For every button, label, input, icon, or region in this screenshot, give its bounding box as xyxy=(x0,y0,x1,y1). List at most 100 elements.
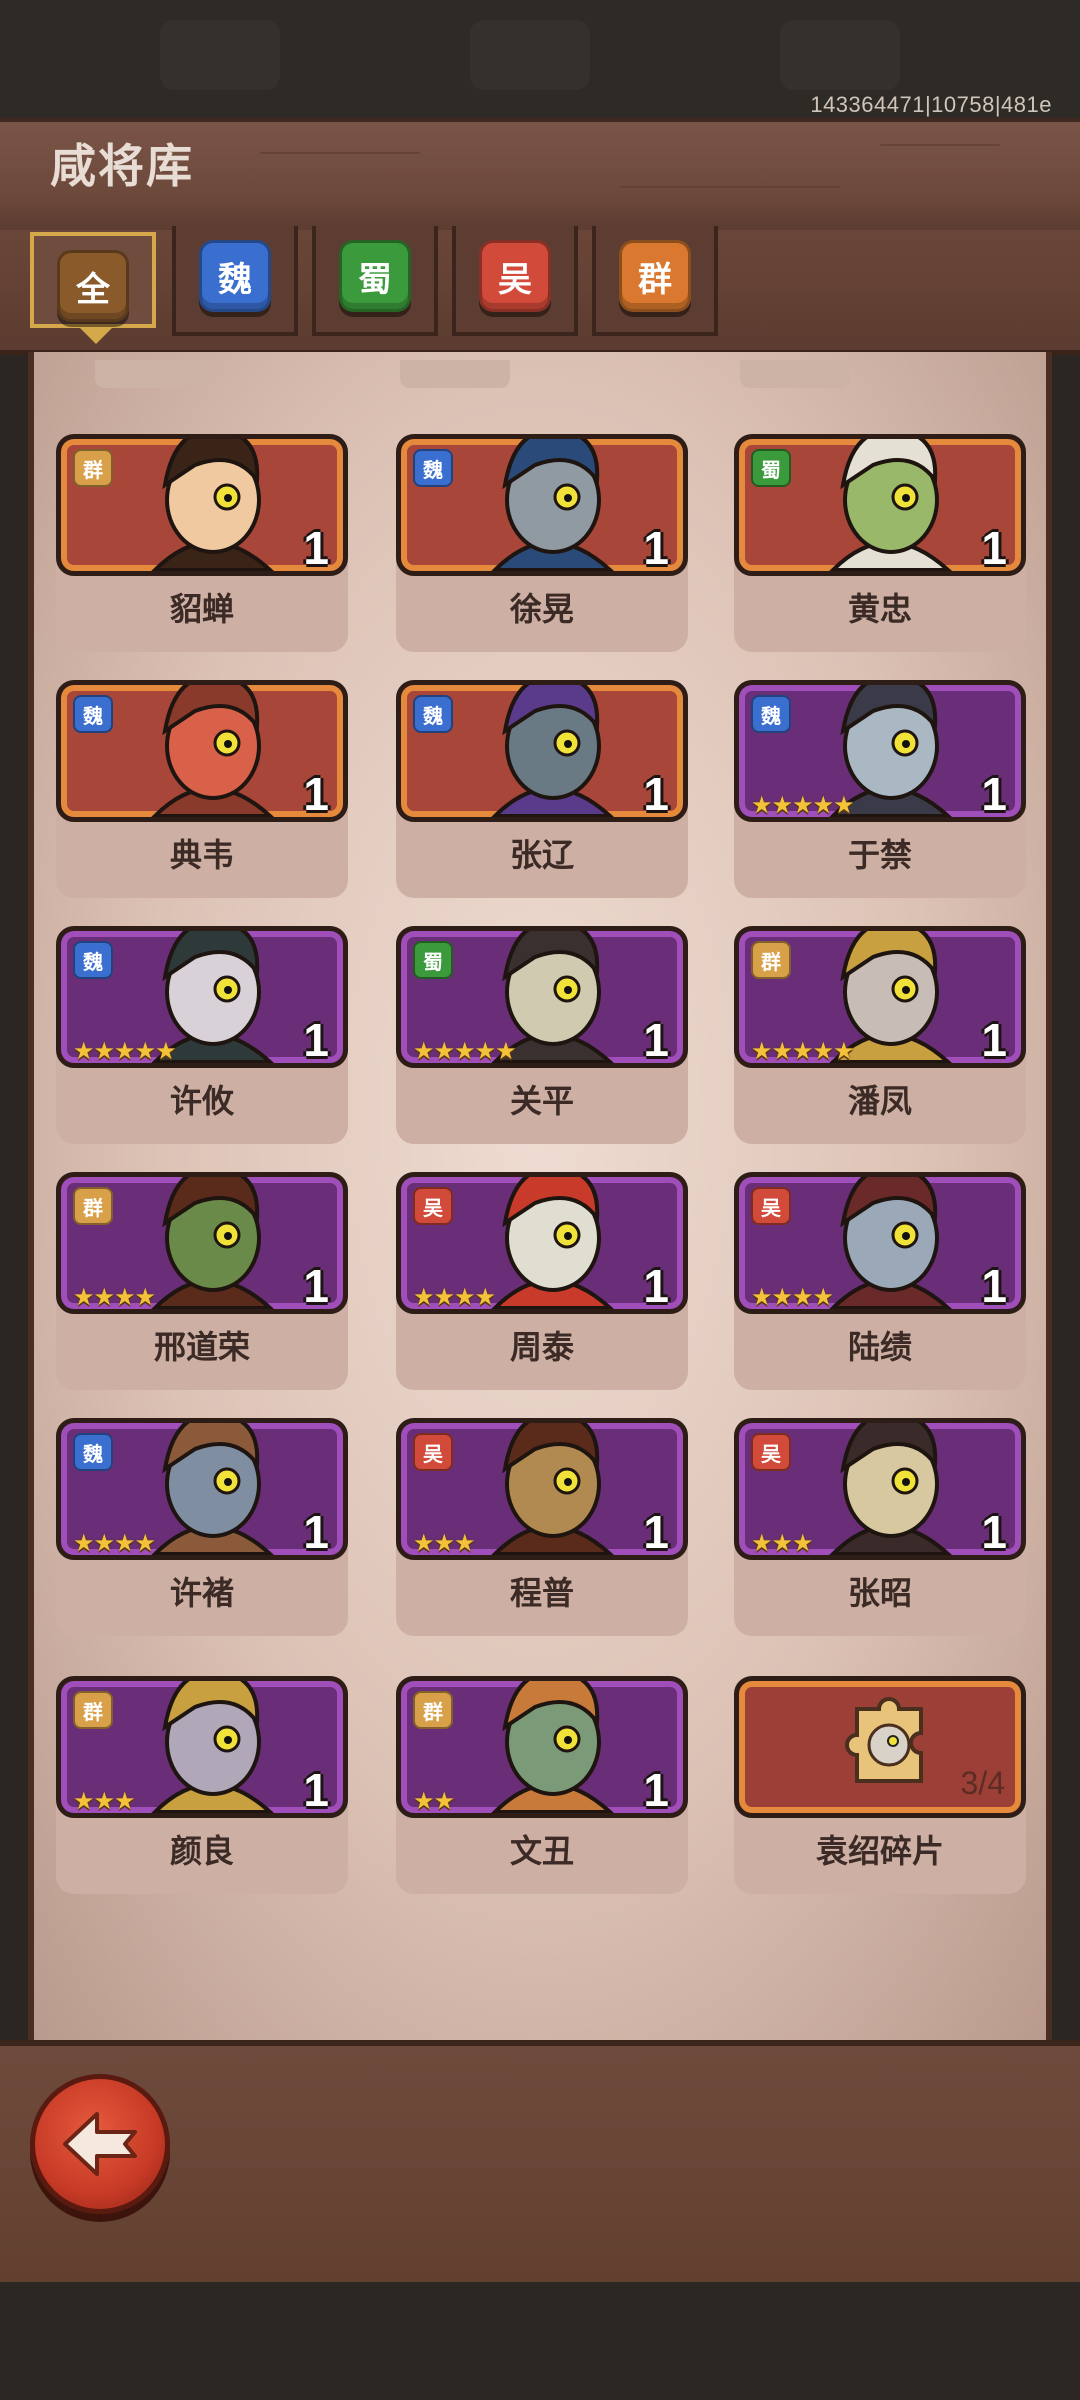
hero-level: 1 xyxy=(981,1506,1007,1558)
hero-card[interactable]: 魏 ★★★★ 1 许褚 xyxy=(56,1418,348,1636)
hero-frame: 魏1 xyxy=(396,434,688,576)
hero-card[interactable]: 群 ★★ 1 文丑 xyxy=(396,1676,688,1894)
previous-row-peek xyxy=(400,360,510,388)
faction-badge: 魏 xyxy=(73,695,113,733)
hero-name: 徐晃 xyxy=(509,591,574,627)
tab-wei[interactable]: 魏 xyxy=(172,226,298,336)
hero-portrait-icon xyxy=(491,439,615,571)
hero-name: 颜良 xyxy=(169,1833,234,1869)
tab-qun[interactable]: 群 xyxy=(592,226,718,336)
hero-name: 程普 xyxy=(509,1575,574,1611)
hero-name: 张辽 xyxy=(509,837,574,873)
hero-frame: 魏 ★★★★★ 1 xyxy=(734,680,1026,822)
hero-level: 1 xyxy=(981,768,1007,820)
hero-level: 1 xyxy=(303,1506,329,1558)
faction-badge: 魏 xyxy=(413,449,453,487)
hero-level: 1 xyxy=(303,522,329,574)
hero-level: 1 xyxy=(981,1260,1007,1312)
hero-level: 1 xyxy=(303,1764,329,1816)
tab-label: 吴 xyxy=(479,240,551,312)
hero-level: 1 xyxy=(981,522,1007,574)
tab-label: 全 xyxy=(57,250,129,322)
hero-card[interactable]: 魏 ★★★★★ 1 于禁 xyxy=(734,680,1026,898)
faction-badge: 魏 xyxy=(413,695,453,733)
tab-all[interactable]: 全 xyxy=(30,232,156,328)
hero-portrait-icon xyxy=(491,685,615,817)
hero-frame: 吴 ★★★★ 1 xyxy=(734,1172,1026,1314)
hero-frame: 蜀1 xyxy=(734,434,1026,576)
fragment-name: 袁绍碎片 xyxy=(815,1833,944,1869)
hero-level: 1 xyxy=(303,1260,329,1312)
hero-frame: 吴 ★★★ 1 xyxy=(734,1418,1026,1560)
hero-level: 1 xyxy=(643,1260,669,1312)
hero-portrait-icon xyxy=(151,1177,275,1309)
hero-name: 许褚 xyxy=(169,1575,234,1611)
faction-badge: 吴 xyxy=(413,1187,453,1225)
faction-badge: 吴 xyxy=(751,1433,791,1471)
background-decoration xyxy=(780,20,900,90)
hero-card[interactable]: 吴 ★★★★ 1 陆绩 xyxy=(734,1172,1026,1390)
back-button[interactable] xyxy=(30,2074,170,2214)
hero-portrait-icon xyxy=(829,1177,953,1309)
hero-name: 黄忠 xyxy=(847,591,912,627)
fragment-frame: 3/4 xyxy=(734,1676,1026,1818)
hero-frame: 群 ★★★★ 1 xyxy=(56,1172,348,1314)
hero-card[interactable]: 蜀 1 黄忠 xyxy=(734,434,1026,652)
hero-level: 1 xyxy=(643,1764,669,1816)
hero-name: 周泰 xyxy=(509,1329,574,1365)
hero-portrait-icon xyxy=(829,1423,953,1555)
hero-name: 邢道荣 xyxy=(153,1329,250,1365)
star-rating-icon: ★★★★ xyxy=(73,1530,156,1557)
hero-name: 潘凤 xyxy=(847,1083,912,1119)
hero-card[interactable]: 魏 1 典韦 xyxy=(56,680,348,898)
star-rating-icon: ★★★★ xyxy=(73,1284,156,1311)
page-title: 咸将库 xyxy=(50,140,194,192)
tab-shu[interactable]: 蜀 xyxy=(312,226,438,336)
hero-name: 陆绩 xyxy=(847,1329,912,1365)
build-id-label: 143364471|10758|481e xyxy=(810,92,1052,117)
faction-badge: 魏 xyxy=(73,941,113,979)
hero-card[interactable]: 魏 1 张辽 xyxy=(396,680,688,898)
hero-card[interactable]: 群 1 貂蝉 xyxy=(56,434,348,652)
hero-level: 1 xyxy=(303,768,329,820)
hero-frame: 吴 ★★★★ 1 xyxy=(396,1172,688,1314)
hero-card[interactable]: 吴 ★★★★ 1 周泰 xyxy=(396,1172,688,1390)
hero-card[interactable]: 吴 ★★★ 1 程普 xyxy=(396,1418,688,1636)
hero-level: 1 xyxy=(643,1014,669,1066)
faction-badge: 吴 xyxy=(751,1187,791,1225)
faction-badge: 群 xyxy=(73,449,113,487)
active-tab-pointer-icon xyxy=(80,328,112,344)
hero-name: 于禁 xyxy=(847,837,912,873)
star-rating-icon: ★★★ xyxy=(73,1788,136,1815)
tab-wu[interactable]: 吴 xyxy=(452,226,578,336)
hero-name: 许攸 xyxy=(169,1083,234,1119)
hero-card[interactable]: 群 ★★★ 1 颜良 xyxy=(56,1676,348,1894)
star-rating-icon: ★★★★ xyxy=(751,1284,834,1311)
hero-level: 1 xyxy=(643,1506,669,1558)
hero-portrait-icon xyxy=(491,1177,615,1309)
hero-portrait-icon xyxy=(151,685,275,817)
hero-card[interactable]: 群 ★★★★ 1 邢道荣 xyxy=(56,1172,348,1390)
faction-badge: 魏 xyxy=(73,1433,113,1471)
hero-card[interactable]: 吴 ★★★ 1 张昭 xyxy=(734,1418,1026,1636)
hero-level: 1 xyxy=(303,1014,329,1066)
tab-label: 群 xyxy=(619,240,691,312)
bottom-safe-area xyxy=(0,2282,1080,2400)
hero-portrait-icon xyxy=(829,439,953,571)
hero-card[interactable]: 魏 1 徐晃 xyxy=(396,434,688,652)
star-rating-icon: ★★★★ xyxy=(413,1284,496,1311)
hero-card[interactable]: 魏 ★★★★★ 1 许攸 xyxy=(56,926,348,1144)
faction-badge: 群 xyxy=(751,941,791,979)
faction-badge: 群 xyxy=(413,1691,453,1729)
hero-frame: 魏1 xyxy=(56,680,348,822)
back-arrow-icon xyxy=(63,2112,137,2176)
hero-frame: 蜀 ★★★★★ 1 xyxy=(396,926,688,1068)
hero-level: 1 xyxy=(981,1014,1007,1066)
faction-badge: 蜀 xyxy=(413,941,453,979)
fragment-card-yuanshao[interactable]: 3/4 袁绍碎片 xyxy=(734,1676,1026,1894)
hero-frame: 魏 ★★★★ 1 xyxy=(56,1418,348,1560)
puzzle-fragment-icon xyxy=(845,1697,923,1783)
hero-card[interactable]: 群 ★★★★★ 1 潘凤 xyxy=(734,926,1026,1144)
hero-card[interactable]: 蜀 ★★★★★ 1 关平 xyxy=(396,926,688,1144)
hero-frame: 魏 ★★★★★ 1 xyxy=(56,926,348,1068)
